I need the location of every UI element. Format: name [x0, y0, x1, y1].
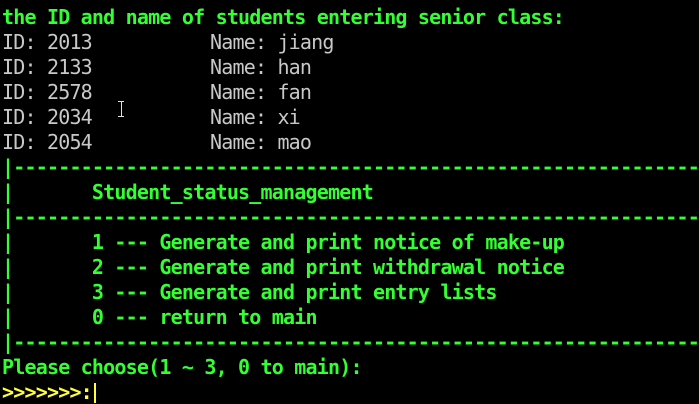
student-name: Name: mao	[210, 130, 312, 154]
menu-border-top: |---------------------------------------…	[2, 155, 699, 179]
input-prompt: >>>>>>>:	[2, 380, 93, 404]
menu-border-bottom: |---------------------------------------…	[2, 330, 699, 354]
menu-title: | Student_status_management |	[2, 180, 699, 204]
student-row: ID: 2034 Name: xi	[0, 105, 699, 130]
student-id: ID: 2034	[2, 105, 93, 129]
student-id: ID: 2578	[2, 80, 93, 104]
input-line[interactable]: >>>>>>>:	[0, 380, 699, 404]
student-name: Name: xi	[210, 105, 301, 129]
student-row: ID: 2054 Name: mao	[0, 130, 699, 155]
student-id: ID: 2133	[2, 55, 93, 79]
text-caret	[93, 383, 96, 403]
menu-divider: |---------------------------------------…	[2, 205, 699, 229]
choice-prompt: Please choose(1 ~ 3, 0 to main):	[2, 355, 363, 379]
student-name: Name: han	[210, 55, 312, 79]
i-beam-cursor-icon	[117, 99, 125, 119]
student-row: ID: 2013 Name: jiang	[0, 30, 699, 55]
terminal-window[interactable]: the ID and name of students entering sen…	[0, 0, 699, 404]
menu-item-make-up: | 1 --- Generate and print notice of mak…	[2, 230, 699, 254]
header-line: the ID and name of students entering sen…	[2, 5, 565, 29]
student-row: ID: 2133 Name: han	[0, 55, 699, 80]
menu-item-entry-lists: | 3 --- Generate and print entry lists |	[2, 280, 699, 304]
menu-item-return: | 0 --- return to main |	[2, 305, 699, 329]
student-id: ID: 2013	[2, 30, 93, 54]
student-row: ID: 2578 Name: fan	[0, 80, 699, 105]
student-id: ID: 2054	[2, 130, 93, 154]
student-name: Name: jiang	[210, 30, 334, 54]
student-name: Name: fan	[210, 80, 312, 104]
menu-item-withdrawal: | 2 --- Generate and print withdrawal no…	[2, 255, 699, 279]
